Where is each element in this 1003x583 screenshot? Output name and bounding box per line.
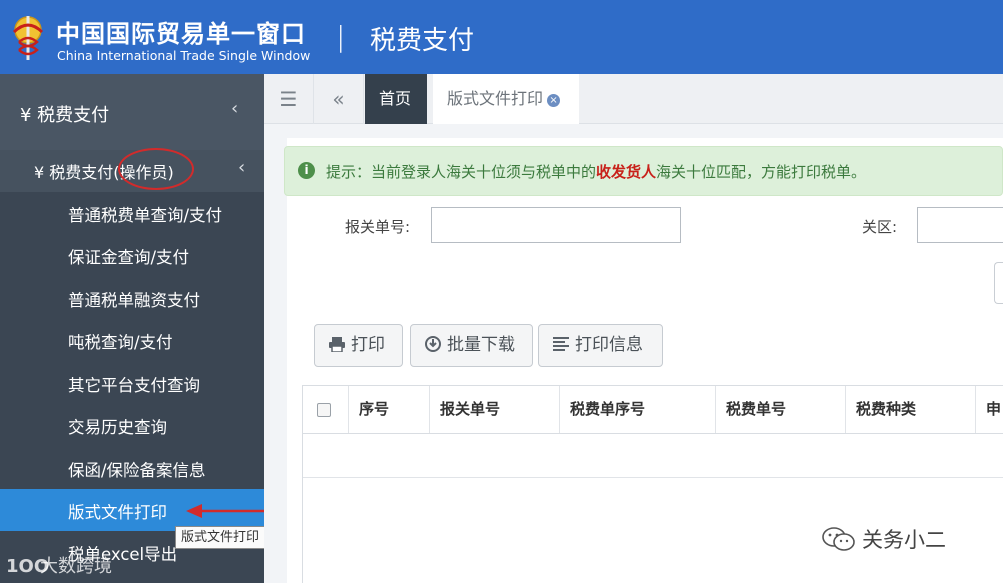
- tab-home[interactable]: 首页: [365, 74, 427, 124]
- sidebar-item-general-tax-query[interactable]: 普通税费单查询/支付: [0, 192, 264, 234]
- printer-icon: [329, 337, 345, 352]
- column-header-tax-type[interactable]: 税费种类: [846, 386, 976, 433]
- tooltip: 版式文件打印: [175, 526, 266, 549]
- sidebar-item-tonnage-tax[interactable]: 吨税查询/支付: [0, 319, 264, 361]
- sidebar-item-guarantee-filing[interactable]: 保函/保险备案信息: [0, 447, 264, 489]
- column-header-tax-bill-seq[interactable]: 税费单序号: [560, 386, 716, 433]
- select-all-cell: [303, 386, 349, 433]
- wechat-icon: [822, 527, 855, 551]
- download-circle-icon: [425, 336, 441, 352]
- customs-area-label: 关区:: [862, 218, 898, 236]
- chevron-left-icon: ‹: [231, 98, 239, 119]
- sidebar-item-other-platform[interactable]: 其它平台支付查询: [0, 362, 264, 404]
- select-all-checkbox[interactable]: [317, 403, 331, 417]
- notice-text: 提示：当前登录人海关十位须与税单中的收发货人海关十位匹配，方能打印税单。: [326, 163, 867, 181]
- watermark-guanwuxiaoer: 关务小二: [822, 524, 946, 554]
- sidebar-item-deposit-query[interactable]: 保证金查询/支付: [0, 234, 264, 276]
- menu-toggle-icon[interactable]: ☰: [264, 74, 314, 124]
- annotation-red-ellipse: [118, 148, 194, 190]
- search-button-edge[interactable]: [994, 262, 1003, 304]
- table-empty-row: [303, 434, 1003, 478]
- sidebar-item-transaction-history[interactable]: 交易历史查询: [0, 404, 264, 446]
- batch-download-button[interactable]: 批量下载: [410, 324, 533, 367]
- brand-name-en: China International Trade Single Window: [57, 48, 311, 63]
- tab-bar: ☰ « 首页 版式文件打印 ×: [264, 74, 1003, 124]
- customs-area-input[interactable]: [917, 207, 1003, 243]
- sidebar-group-label: ¥ 税费支付: [20, 105, 110, 126]
- table-header: 序号 报关单号 税费单序号 税费单号 税费种类 申: [303, 386, 1003, 434]
- column-header-truncated[interactable]: 申: [976, 386, 1003, 433]
- notice-banner: i 提示：当前登录人海关十位须与税单中的收发货人海关十位匹配，方能打印税单。: [284, 146, 1003, 196]
- watermark-logo: 1OO: [6, 556, 50, 577]
- sidebar-item-tax-financing[interactable]: 普通税单融资支付: [0, 277, 264, 319]
- module-title: 税费支付: [370, 26, 475, 56]
- app-header: 中国国际贸易单一窗口 China International Trade Sin…: [0, 0, 1003, 74]
- watermark-dashujuejing: 1OO大数跨境: [6, 556, 112, 577]
- customs-emblem-icon: [12, 16, 44, 60]
- print-button[interactable]: 打印: [314, 324, 403, 367]
- declaration-no-input[interactable]: [431, 207, 681, 243]
- column-header-seq[interactable]: 序号: [349, 386, 430, 433]
- chevron-left-icon: ‹: [238, 157, 246, 178]
- brand-name-cn: 中国国际贸易单一窗口: [56, 20, 306, 48]
- tab-scroll-left-icon[interactable]: «: [314, 74, 364, 124]
- header-separator: |: [336, 20, 346, 53]
- column-header-tax-bill-no[interactable]: 税费单号: [716, 386, 846, 433]
- notice-highlight: 收发货人: [596, 163, 657, 181]
- print-info-button[interactable]: 打印信息: [538, 324, 663, 367]
- column-header-declaration-no[interactable]: 报关单号: [430, 386, 560, 433]
- tab-format-file-print[interactable]: 版式文件打印 ×: [433, 74, 579, 124]
- declaration-no-label: 报关单号:: [345, 218, 411, 236]
- close-icon[interactable]: ×: [547, 94, 561, 107]
- info-icon: i: [298, 162, 315, 179]
- list-lines-icon: [553, 337, 569, 351]
